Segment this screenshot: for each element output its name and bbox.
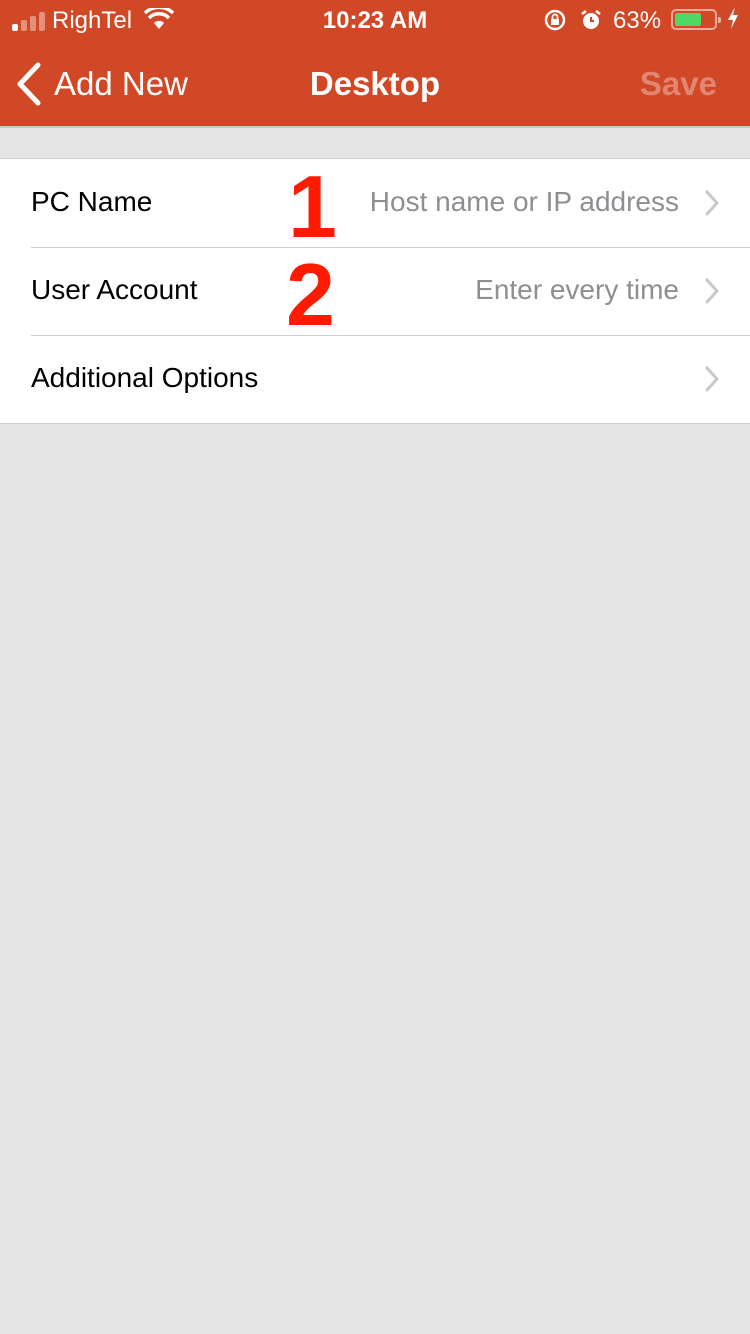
row-label: Additional Options (31, 362, 259, 393)
annotation-number-2: 2 (286, 245, 335, 344)
navigation-bar: Add New Desktop Save (0, 40, 750, 128)
row-user-account[interactable]: User Account Enter every time (0, 247, 750, 335)
annotation-number-1: 1 (288, 157, 337, 256)
chevron-right-icon (705, 190, 719, 216)
settings-list: PC Name Host name or IP address User Acc… (0, 158, 750, 424)
row-label: User Account (31, 274, 198, 305)
row-label: PC Name (31, 186, 153, 217)
alarm-icon (580, 9, 602, 38)
back-button[interactable]: Add New (16, 62, 188, 106)
chevron-left-icon (17, 62, 41, 106)
status-bar: RighTel 10:23 AM 63% (0, 0, 750, 40)
rotation-lock-icon (544, 9, 568, 38)
battery-icon (671, 9, 721, 30)
battery-percentage: 63% (613, 7, 662, 34)
chevron-right-icon (705, 278, 719, 304)
chevron-right-icon (705, 366, 719, 392)
save-button[interactable]: Save (640, 65, 717, 103)
header: RighTel 10:23 AM 63% Add New Desktop Sav… (0, 0, 750, 128)
row-pc-name[interactable]: PC Name Host name or IP address (0, 159, 750, 247)
charging-bolt-icon (726, 6, 740, 37)
row-additional-options[interactable]: Additional Options (0, 335, 750, 423)
back-button-label: Add New (54, 65, 188, 102)
pc-name-placeholder: Host name or IP address (369, 186, 679, 217)
user-account-value: Enter every time (475, 274, 679, 305)
